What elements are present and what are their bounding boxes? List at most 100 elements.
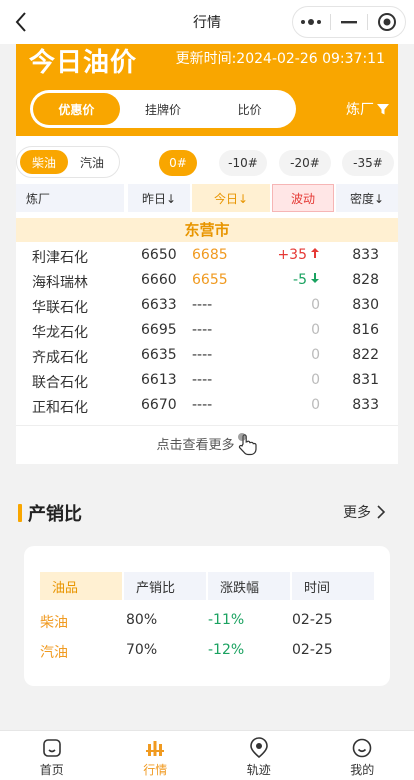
tab-discount-price[interactable]: 优惠价: [33, 93, 120, 125]
ratio-change: -11%: [208, 612, 245, 628]
view-more-button[interactable]: 点击查看更多: [16, 425, 398, 461]
density: 831: [352, 372, 379, 388]
header-today[interactable]: 今日↓: [192, 184, 270, 212]
header-yesterday[interactable]: 昨日↓: [128, 184, 190, 212]
chevron-right-icon: [377, 505, 386, 519]
tab-label: 行情: [143, 763, 168, 777]
refinery-name: 正和石化: [32, 400, 88, 416]
price-rows: 利津石化 6650 6685 +35 833 海科瑞林 6660 6655 -5…: [16, 244, 398, 419]
product-name: 汽油: [40, 645, 68, 661]
today-price: ----: [192, 322, 213, 338]
header-refinery: 炼厂: [16, 184, 124, 212]
table-header: 炼厂 昨日↓ 今日↓ 波动 密度↓: [16, 184, 398, 212]
refinery-name: 齐成石化: [32, 350, 88, 366]
oil-price-header: 今日油价 更新时间:2024-02-26 09:37:11 优惠价 挂牌价 比价…: [16, 44, 398, 136]
density: 822: [352, 347, 379, 363]
yesterday-price: 6613: [141, 372, 177, 388]
ratio-header-time: 时间: [292, 572, 374, 600]
tab-label: 我的: [350, 763, 375, 777]
ratio-more-link[interactable]: 更多: [343, 502, 388, 522]
density: 833: [352, 247, 379, 263]
arrow-down-icon: [311, 273, 319, 283]
refinery-name: 海科瑞林: [32, 275, 88, 291]
production-sales-ratio: 70%: [126, 642, 158, 658]
price-change: +35: [277, 247, 320, 263]
yesterday-price: 6670: [141, 397, 177, 413]
yesterday-price: 6650: [141, 247, 177, 263]
density: 833: [352, 397, 379, 413]
production-sales-ratio: 80%: [126, 612, 158, 628]
section-title: 产销比: [28, 504, 82, 525]
table-row[interactable]: 华联石化 6633 ---- 0 830: [16, 294, 398, 319]
table-row[interactable]: 海科瑞林 6660 6655 -5 828: [16, 269, 398, 294]
table-row[interactable]: 正和石化 6670 ---- 0 833: [16, 394, 398, 419]
grade-minus35[interactable]: -35#: [342, 150, 394, 176]
tab-listed-price[interactable]: 挂牌价: [120, 93, 207, 125]
today-price: ----: [192, 297, 213, 313]
table-row[interactable]: 联合石化 6613 ---- 0 831: [16, 369, 398, 394]
product-name: 柴油: [40, 615, 68, 631]
profile-icon: [352, 738, 372, 758]
refinery-name: 华联石化: [32, 300, 88, 316]
header-density[interactable]: 密度↓: [336, 184, 398, 212]
tab-price-comparison[interactable]: 比价: [206, 93, 293, 125]
more-dots-icon[interactable]: [293, 7, 330, 37]
ratio-change: -12%: [208, 642, 245, 658]
yesterday-price: 6635: [141, 347, 177, 363]
ratio-header-ratio: 产销比: [124, 572, 206, 600]
view-more-label: 点击查看更多: [156, 438, 235, 453]
minimize-icon[interactable]: [331, 7, 368, 37]
grade-minus20[interactable]: -20#: [279, 150, 331, 176]
ratio-time: 02-25: [292, 612, 333, 628]
refinery-name: 华龙石化: [32, 325, 88, 341]
arrow-up-icon: [311, 248, 319, 258]
grade-minus10[interactable]: -10#: [219, 150, 267, 176]
change-value: -5: [293, 272, 307, 288]
table-row[interactable]: 齐成石化 6635 ---- 0 822: [16, 344, 398, 369]
change-value: +35: [277, 247, 307, 263]
refinery-name: 联合石化: [32, 375, 88, 391]
home-icon: [42, 739, 61, 757]
tab-market[interactable]: 行情: [104, 731, 208, 780]
table-row[interactable]: 利津石化 6650 6685 +35 833: [16, 244, 398, 269]
city-group-label: 东营市: [16, 218, 398, 242]
refinery-filter-button[interactable]: 炼厂: [346, 99, 390, 119]
yesterday-price: 6633: [141, 297, 177, 313]
track-icon: [249, 737, 268, 759]
grade-0[interactable]: 0#: [159, 150, 197, 176]
hand-pointer-icon: [237, 432, 257, 455]
yesterday-price: 6695: [141, 322, 177, 338]
today-price: ----: [192, 347, 213, 363]
bottom-tab-bar: 首页 行情 轨迹 我的: [0, 730, 414, 780]
price-change: 0: [311, 372, 320, 388]
today-price: ----: [192, 397, 213, 413]
price-table-card: 柴油 汽油 0# -10# -20# -35# 炼厂 昨日↓ 今日↓ 波动 密度…: [16, 136, 398, 464]
refinery-name: 利津石化: [32, 250, 88, 266]
ratio-card: 油品 产销比 涨跌幅 时间 柴油 80% -11% 02-25 汽油 70% -…: [24, 546, 390, 686]
ratio-time: 02-25: [292, 642, 333, 658]
close-target-icon[interactable]: [368, 7, 405, 37]
price-change: 0: [311, 347, 320, 363]
fuel-gasoline[interactable]: 汽油: [68, 150, 116, 174]
price-change: -5: [293, 272, 320, 288]
tab-label: 轨迹: [246, 763, 271, 777]
yesterday-price: 6660: [141, 272, 177, 288]
section-title-ratio: 产销比: [18, 500, 82, 526]
price-change: 0: [311, 322, 320, 338]
price-change: 0: [311, 297, 320, 313]
today-price: 6655: [192, 272, 228, 288]
tab-mine[interactable]: 我的: [311, 731, 414, 780]
ratio-more-label: 更多: [343, 505, 371, 521]
tab-home[interactable]: 首页: [0, 731, 104, 780]
update-time: 更新时间:2024-02-26 09:37:11: [175, 51, 385, 67]
header-change[interactable]: 波动: [272, 184, 334, 212]
table-row[interactable]: 华龙石化 6695 ---- 0 816: [16, 319, 398, 344]
section-accent-bar: [18, 504, 22, 522]
today-price: ----: [192, 372, 213, 388]
filter-icon: [377, 104, 389, 115]
fuel-diesel[interactable]: 柴油: [20, 150, 68, 174]
density: 816: [352, 322, 379, 338]
nav-bar: 行情: [0, 0, 414, 44]
ratio-header-product: 油品: [40, 572, 122, 600]
tab-track[interactable]: 轨迹: [207, 731, 311, 780]
